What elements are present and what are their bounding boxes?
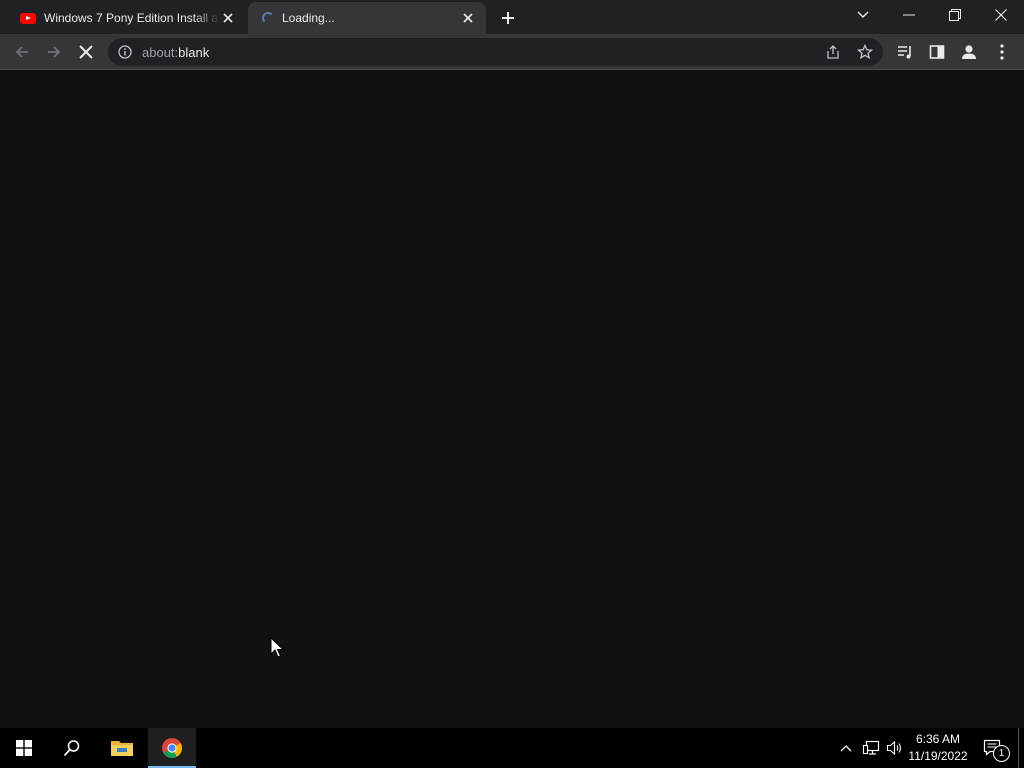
side-panel-icon [929, 45, 945, 59]
show-hidden-icons-button[interactable] [836, 728, 856, 768]
search-button[interactable] [48, 728, 96, 768]
file-explorer-button[interactable] [98, 728, 146, 768]
profile-icon [962, 45, 976, 59]
tab-loading[interactable]: Loading... [248, 2, 486, 34]
show-desktop-button[interactable] [1018, 728, 1019, 768]
profile-button[interactable] [955, 38, 983, 66]
network-icon [862, 740, 880, 755]
action-center-button[interactable]: 1 [978, 728, 1010, 768]
network-button[interactable] [860, 728, 882, 768]
new-tab-button[interactable] [496, 6, 520, 30]
forward-button[interactable] [40, 38, 68, 66]
windows-taskbar: 6:36 AM 11/19/2022 1 [0, 728, 1024, 768]
page-content[interactable] [0, 70, 1024, 728]
stop-loading-button[interactable] [72, 38, 100, 66]
mouse-cursor-icon [270, 637, 284, 658]
search-icon [63, 740, 80, 757]
start-button[interactable] [0, 728, 48, 768]
info-icon[interactable] [118, 45, 132, 59]
media-controls-button[interactable] [891, 38, 919, 66]
tab-close-icon[interactable] [460, 10, 476, 26]
speaker-icon [886, 740, 902, 756]
notification-count-badge: 1 [993, 745, 1010, 762]
url-text[interactable]: about:blank [142, 45, 209, 60]
taskbar-clock[interactable]: 6:36 AM 11/19/2022 [906, 731, 970, 765]
chrome-icon [162, 738, 182, 758]
close-icon [79, 45, 93, 59]
music-queue-icon [898, 46, 911, 59]
bookmark-star-icon[interactable] [857, 44, 873, 60]
tab-title: Loading... [282, 11, 335, 25]
tab-close-icon[interactable] [220, 10, 236, 26]
share-icon[interactable] [825, 44, 841, 60]
address-bar[interactable]: about:blank [108, 38, 883, 66]
chrome-menu-button[interactable] [988, 38, 1016, 66]
tab-strip: Windows 7 Pony Edition Install and Loadi… [0, 0, 1024, 34]
tab-youtube-video[interactable]: Windows 7 Pony Edition Install and [8, 2, 246, 34]
folder-icon [111, 741, 133, 756]
more-vertical-icon [1000, 44, 1004, 60]
close-icon [995, 9, 1007, 21]
side-panel-button[interactable] [923, 38, 951, 66]
url-scheme: about: [142, 45, 179, 60]
arrow-left-icon [15, 46, 28, 58]
youtube-icon [20, 12, 36, 24]
windows-logo-icon [16, 740, 32, 756]
loading-spinner-icon [262, 12, 274, 24]
clock-date: 11/19/2022 [908, 749, 968, 763]
url-path: blank [178, 45, 210, 60]
minimize-button[interactable] [886, 0, 932, 30]
restore-button[interactable] [932, 0, 978, 30]
chevron-up-icon [840, 745, 852, 752]
chrome-taskbar-button[interactable] [148, 728, 196, 768]
tab-title: Windows 7 Pony Edition Install and [44, 11, 220, 25]
clock-time: 6:36 AM [915, 732, 961, 746]
arrow-right-icon [48, 46, 61, 58]
chevron-down-icon [857, 11, 869, 18]
back-button[interactable] [8, 38, 36, 66]
plus-icon [502, 12, 514, 24]
tab-search-button[interactable] [840, 0, 886, 30]
volume-button[interactable] [884, 728, 906, 768]
restore-icon [949, 9, 961, 21]
browser-toolbar: about:blank [0, 34, 1024, 70]
close-window-button[interactable] [978, 0, 1024, 30]
minimize-icon [903, 14, 915, 16]
